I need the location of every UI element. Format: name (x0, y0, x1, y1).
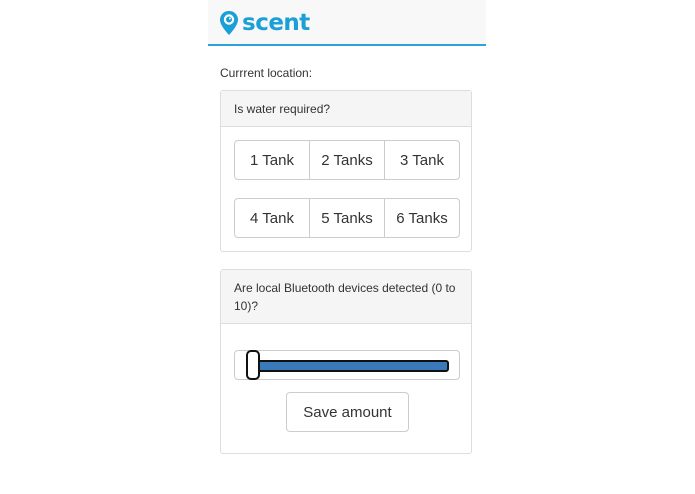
bluetooth-panel: Are local Bluetooth devices detected (0 … (220, 269, 472, 454)
slider-track[interactable] (254, 360, 449, 372)
tank-button-row-1: 1 Tank 2 Tanks 3 Tank (234, 140, 460, 180)
water-panel: Is water required? 1 Tank 2 Tanks 3 Tank… (220, 90, 472, 252)
app-container: scent Currrent location: Is water requir… (208, 0, 486, 494)
location-pin-icon (220, 11, 238, 35)
tank-5-button[interactable]: 5 Tanks (309, 198, 385, 238)
brand-name: scent (242, 10, 310, 36)
tank-3-button[interactable]: 3 Tank (384, 140, 460, 180)
save-amount-button[interactable]: Save amount (286, 392, 409, 432)
tank-4-button[interactable]: 4 Tank (234, 198, 310, 238)
tank-button-row-2: 4 Tank 5 Tanks 6 Tanks (234, 198, 460, 238)
brand-logo[interactable]: scent (219, 9, 310, 37)
bluetooth-count-slider[interactable] (234, 350, 460, 380)
tank-2-button[interactable]: 2 Tanks (309, 140, 385, 180)
navbar: scent (208, 0, 486, 46)
tank-6-button[interactable]: 6 Tanks (384, 198, 460, 238)
tank-1-button[interactable]: 1 Tank (234, 140, 310, 180)
water-question: Is water required? (221, 91, 471, 127)
current-location-label: Currrent location: (220, 66, 313, 80)
slider-thumb[interactable] (246, 350, 260, 380)
bluetooth-question: Are local Bluetooth devices detected (0 … (221, 270, 471, 324)
